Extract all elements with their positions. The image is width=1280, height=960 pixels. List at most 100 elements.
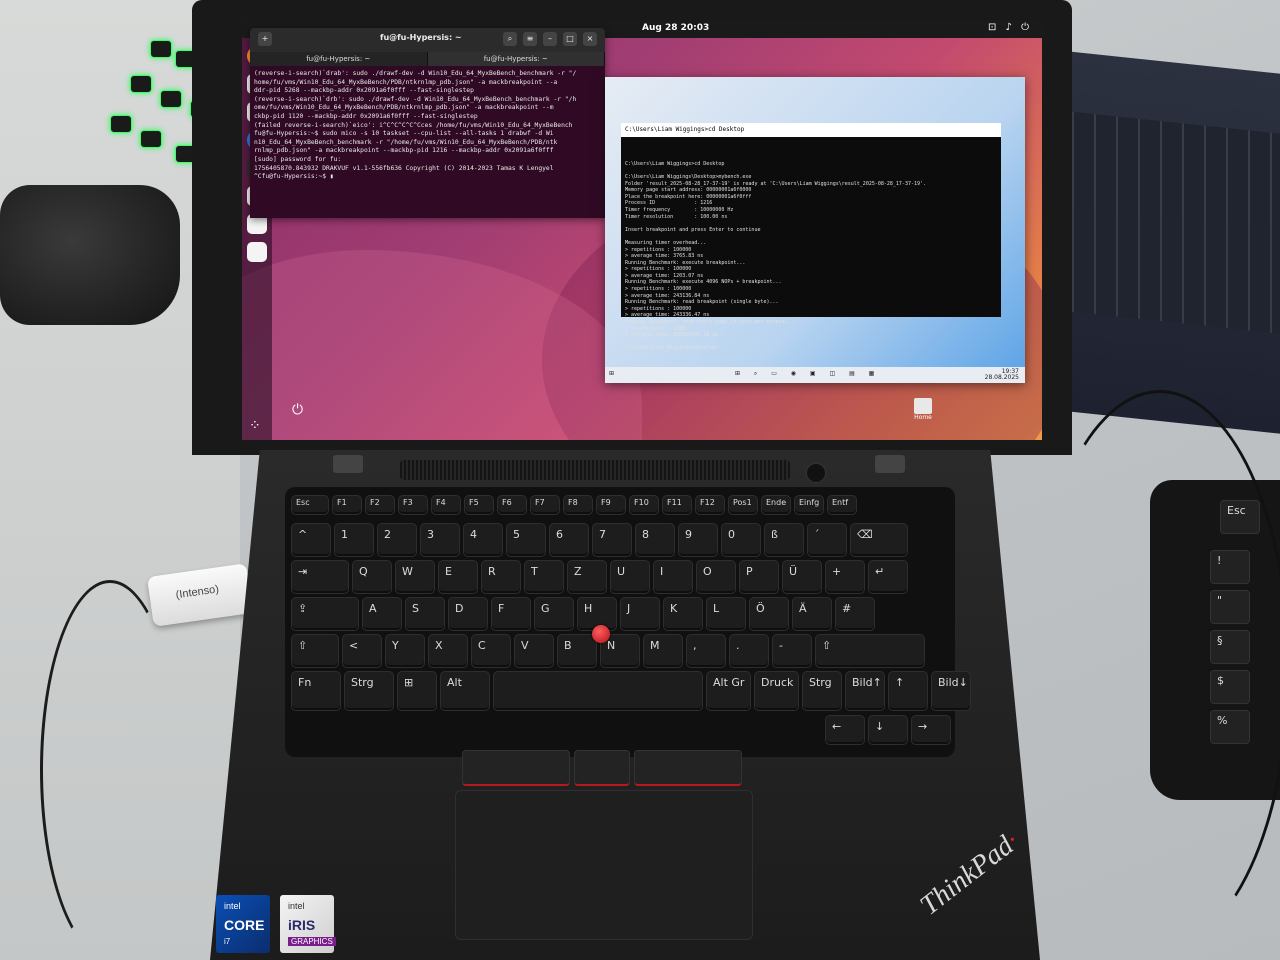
keyboard-key[interactable]: F1 <box>332 495 362 515</box>
keyboard-key[interactable]: Ö <box>749 597 789 631</box>
close-button[interactable]: × <box>583 32 597 46</box>
keyboard-key[interactable]: 4 <box>463 523 503 557</box>
left-click-button[interactable] <box>462 750 571 786</box>
minimize-button[interactable]: – <box>543 32 557 46</box>
keyboard-key[interactable]: I <box>653 560 693 594</box>
menu-icon[interactable]: ≡ <box>523 32 537 46</box>
keyboard-key[interactable]: Alt <box>440 671 490 711</box>
keyboard-key[interactable]: F9 <box>596 495 626 515</box>
keyboard-key[interactable]: ß <box>764 523 804 557</box>
keyboard-key[interactable]: O <box>696 560 736 594</box>
keyboard-key[interactable]: X <box>428 634 468 668</box>
cmd-window[interactable]: C:\Users\Liam Wiggings>cd Desktop C:\Use… <box>621 123 1001 351</box>
keyboard-key[interactable]: P <box>739 560 779 594</box>
keyboard-key[interactable]: ^ <box>291 523 331 557</box>
keyboard-key[interactable]: , <box>686 634 726 668</box>
keyboard-key[interactable]: L <box>706 597 746 631</box>
keyboard-key[interactable]: . <box>729 634 769 668</box>
keyboard-key[interactable]: < <box>342 634 382 668</box>
keyboard-key[interactable]: Strg <box>802 671 842 711</box>
keyboard-key[interactable]: F5 <box>464 495 494 515</box>
keyboard-key[interactable]: S <box>405 597 445 631</box>
keyboard-key[interactable]: ⊞ <box>397 671 437 711</box>
keyboard-key[interactable]: U <box>610 560 650 594</box>
keyboard-key[interactable]: 1 <box>334 523 374 557</box>
keyboard-key[interactable]: T <box>524 560 564 594</box>
keyboard-key[interactable]: F <box>491 597 531 631</box>
keyboard-key[interactable]: # <box>835 597 875 631</box>
keyboard-key[interactable]: F3 <box>398 495 428 515</box>
keyboard-key[interactable]: Esc <box>291 495 329 515</box>
terminal-tab[interactable]: fu@fu-Hypersis: ~ <box>250 52 428 66</box>
keyboard-key[interactable]: R <box>481 560 521 594</box>
terminal-output[interactable]: (reverse-i-search)`drab': sudo ./drawf-d… <box>250 66 605 186</box>
keyboard-key[interactable]: D <box>448 597 488 631</box>
keyboard-key[interactable]: 3 <box>420 523 460 557</box>
keyboard-key[interactable]: E <box>438 560 478 594</box>
keyboard-key[interactable]: Fn <box>291 671 341 711</box>
keyboard-key[interactable]: 2 <box>377 523 417 557</box>
ubuntu-clock[interactable]: Aug 28 20:03 <box>642 23 709 33</box>
keyboard-key[interactable]: Pos1 <box>728 495 758 515</box>
keyboard-key[interactable]: C <box>471 634 511 668</box>
keyboard-key[interactable] <box>493 671 703 711</box>
keyboard-key[interactable]: Bild↓ <box>931 671 971 711</box>
keyboard-key[interactable]: M <box>643 634 683 668</box>
app-icon[interactable] <box>247 242 267 262</box>
keyboard-key[interactable]: ⌫ <box>850 523 908 557</box>
show-apps-icon[interactable]: ⁘ <box>249 418 265 434</box>
taskbar-icons[interactable]: ⊞ ⌕ ▭ ◉ ▣ ◫ ▤ ▦ <box>735 370 880 378</box>
keyboard-key[interactable]: F2 <box>365 495 395 515</box>
keyboard-key[interactable]: 0 <box>721 523 761 557</box>
right-click-button[interactable] <box>633 750 743 786</box>
keyboard-key[interactable]: Ü <box>782 560 822 594</box>
keyboard-key[interactable]: Y <box>385 634 425 668</box>
keyboard-key[interactable]: K <box>663 597 703 631</box>
keyboard-key[interactable]: Z <box>567 560 607 594</box>
maximize-button[interactable]: □ <box>563 32 577 46</box>
keyboard-key[interactable]: ↵ <box>868 560 908 594</box>
keyboard-key[interactable]: - <box>772 634 812 668</box>
keyboard-key[interactable]: 5 <box>506 523 546 557</box>
keyboard-key[interactable]: ´ <box>807 523 847 557</box>
touchpad[interactable] <box>455 790 753 940</box>
keyboard-key[interactable]: 7 <box>592 523 632 557</box>
taskbar-clock[interactable]: 19:37 28.08.2025 <box>985 369 1019 381</box>
keyboard-key[interactable]: ⇪ <box>291 597 359 631</box>
keyboard-key[interactable]: Ä <box>792 597 832 631</box>
keyboard-key[interactable]: Q <box>352 560 392 594</box>
keyboard-key[interactable]: Druck <box>754 671 799 711</box>
power-button[interactable] <box>806 463 826 483</box>
keyboard-key[interactable]: ⇥ <box>291 560 349 594</box>
keyboard-key[interactable]: 6 <box>549 523 589 557</box>
keyboard-key[interactable]: ⇧ <box>815 634 925 668</box>
windows-start-icon[interactable]: ⊞ <box>609 370 614 377</box>
keyboard-key[interactable]: Entf <box>827 495 857 515</box>
keyboard-key[interactable]: Ende <box>761 495 791 515</box>
keyboard-key[interactable]: V <box>514 634 554 668</box>
search-icon[interactable]: ⌕ <box>503 32 517 46</box>
keyboard-key[interactable]: F12 <box>695 495 725 515</box>
keyboard-key[interactable]: F4 <box>431 495 461 515</box>
home-folder-icon[interactable]: Home <box>910 398 936 428</box>
keyboard-key[interactable]: Strg <box>344 671 394 711</box>
system-tray-icons[interactable]: ⊡ ♪ ⏻ <box>988 22 1032 33</box>
keyboard-key[interactable]: A <box>362 597 402 631</box>
keyboard-key[interactable]: F11 <box>662 495 692 515</box>
keyboard-key[interactable]: + <box>825 560 865 594</box>
keyboard-key[interactable]: F6 <box>497 495 527 515</box>
keyboard-key[interactable]: ↑ <box>888 671 928 711</box>
middle-click-button[interactable] <box>574 750 630 786</box>
keyboard-key[interactable]: Alt Gr <box>706 671 751 711</box>
keyboard-key[interactable]: F10 <box>629 495 659 515</box>
keyboard-key[interactable]: 8 <box>635 523 675 557</box>
keyboard-key[interactable]: J <box>620 597 660 631</box>
trackpoint[interactable] <box>592 625 610 643</box>
keyboard-key[interactable]: F8 <box>563 495 593 515</box>
terminal-tab[interactable]: fu@fu-Hypersis: ~ <box>427 52 605 66</box>
windows-vm-window[interactable]: C:\Users\Liam Wiggings>cd Desktop C:\Use… <box>605 77 1025 383</box>
keyboard-key[interactable]: G <box>534 597 574 631</box>
keyboard-key[interactable]: → <box>911 715 951 745</box>
keyboard-key[interactable]: ⇧ <box>291 634 339 668</box>
keyboard-key[interactable]: Einfg <box>794 495 824 515</box>
